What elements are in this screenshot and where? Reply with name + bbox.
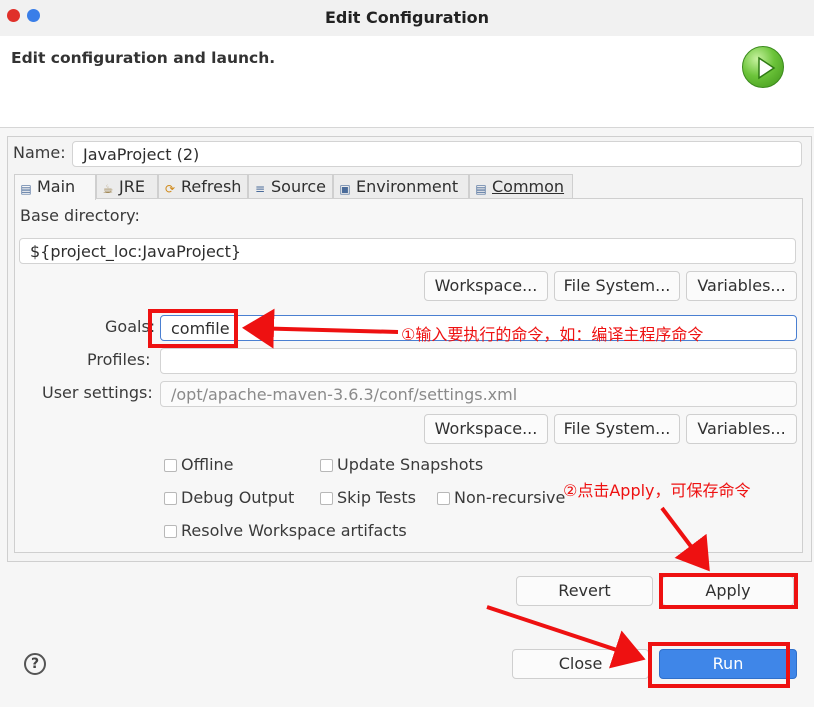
goals-arrow	[242, 308, 399, 349]
run-arrow	[486, 605, 646, 669]
tab-label: Main	[37, 177, 76, 196]
annotation-arrows	[242, 308, 710, 669]
apply-arrow	[660, 506, 710, 572]
main-tab-icon: ▤	[20, 182, 32, 196]
tab-main[interactable]: ▤ Main	[14, 174, 96, 200]
